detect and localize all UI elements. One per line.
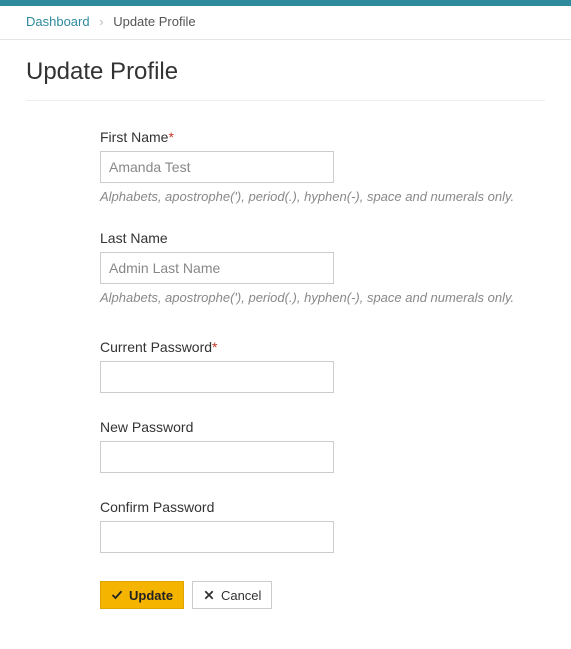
- new-password-input[interactable]: [100, 441, 334, 473]
- cancel-button-label: Cancel: [221, 588, 261, 603]
- new-password-field: New Password: [100, 419, 545, 473]
- new-password-label: New Password: [100, 419, 545, 435]
- first-name-field: First Name* Alphabets, apostrophe('), pe…: [100, 129, 545, 204]
- current-password-field: Current Password*: [100, 339, 545, 393]
- last-name-label: Last Name: [100, 230, 545, 246]
- button-row: Update Cancel: [100, 581, 545, 609]
- profile-form: First Name* Alphabets, apostrophe('), pe…: [26, 129, 545, 609]
- close-icon: [203, 589, 215, 601]
- current-password-label: Current Password*: [100, 339, 545, 355]
- first-name-label: First Name*: [100, 129, 545, 145]
- divider: [26, 100, 545, 101]
- update-button[interactable]: Update: [100, 581, 184, 609]
- first-name-input[interactable]: [100, 151, 334, 183]
- check-icon: [111, 589, 123, 601]
- last-name-field: Last Name Alphabets, apostrophe('), peri…: [100, 230, 545, 305]
- page-title: Update Profile: [26, 58, 545, 86]
- update-button-label: Update: [129, 588, 173, 603]
- chevron-right-icon: ›: [99, 14, 103, 29]
- breadcrumb: Dashboard › Update Profile: [0, 6, 571, 40]
- required-mark: *: [212, 339, 217, 355]
- required-mark: *: [168, 129, 173, 145]
- cancel-button[interactable]: Cancel: [192, 581, 272, 609]
- breadcrumb-current: Update Profile: [113, 14, 195, 29]
- current-password-input[interactable]: [100, 361, 334, 393]
- last-name-input[interactable]: [100, 252, 334, 284]
- breadcrumb-root[interactable]: Dashboard: [26, 14, 90, 29]
- confirm-password-input[interactable]: [100, 521, 334, 553]
- first-name-hint: Alphabets, apostrophe('), period(.), hyp…: [100, 189, 545, 204]
- last-name-hint: Alphabets, apostrophe('), period(.), hyp…: [100, 290, 545, 305]
- confirm-password-label: Confirm Password: [100, 499, 545, 515]
- confirm-password-field: Confirm Password: [100, 499, 545, 553]
